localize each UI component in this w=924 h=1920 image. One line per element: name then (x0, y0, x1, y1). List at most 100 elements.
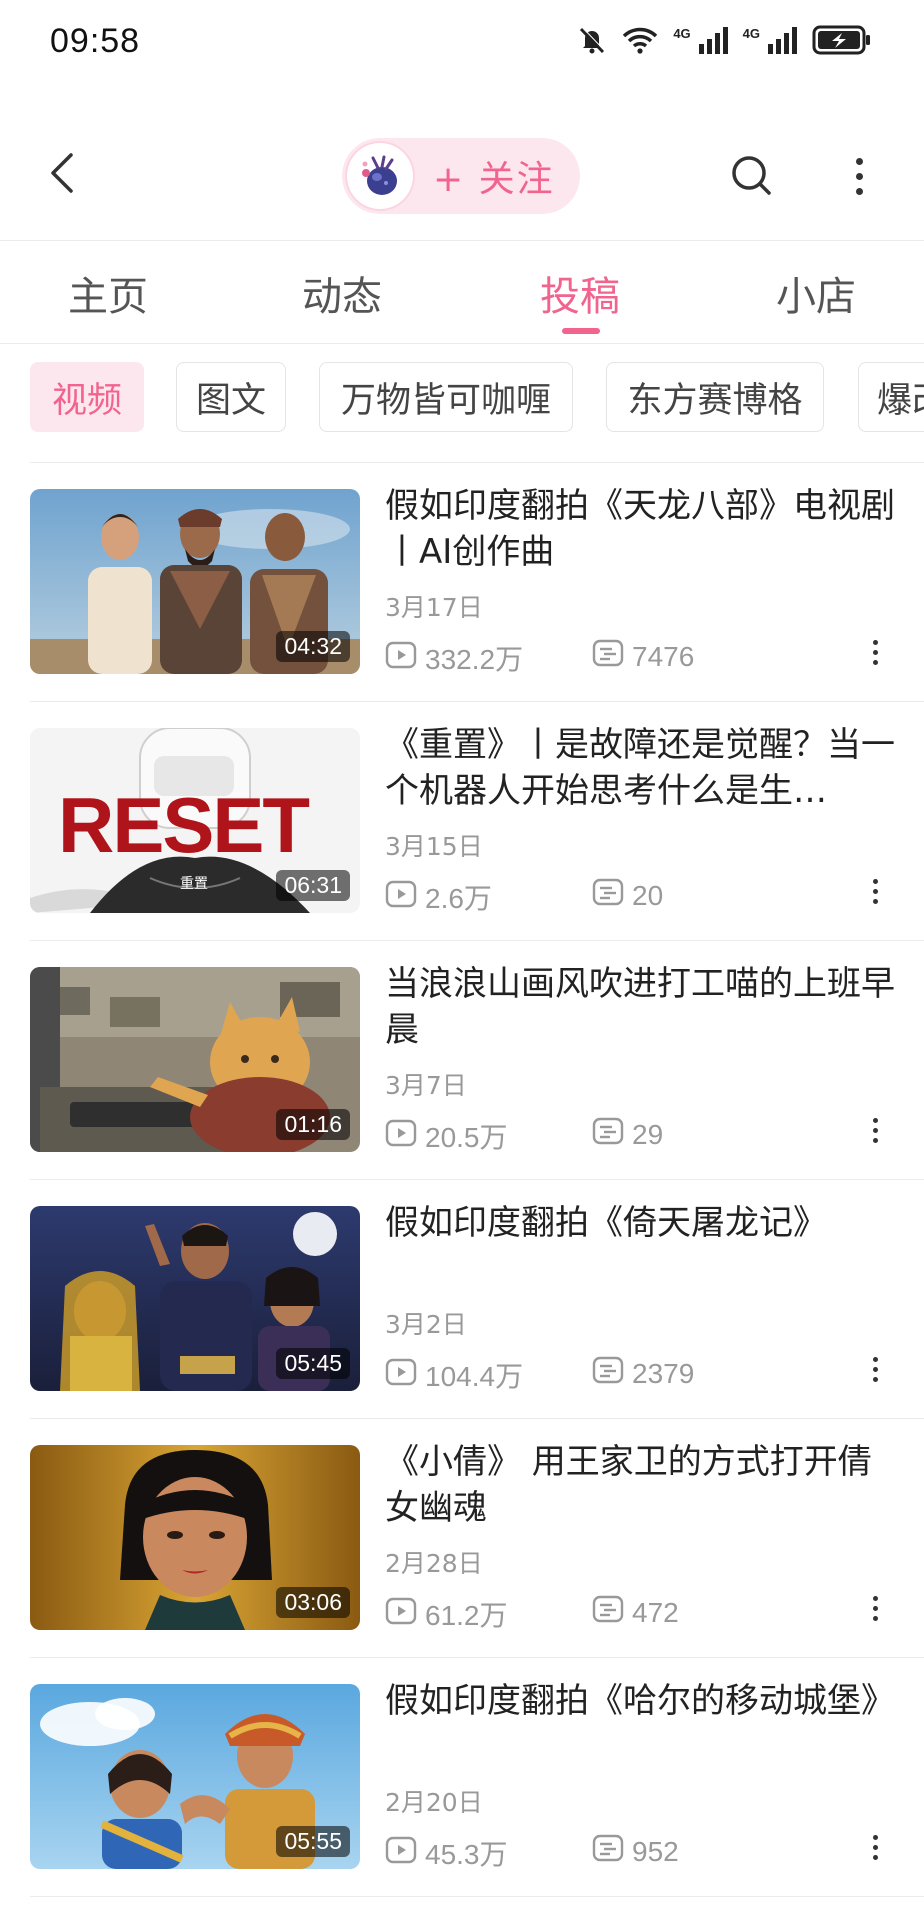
view-count: 332.2万 (385, 638, 523, 678)
more-vertical-icon[interactable] (860, 1587, 890, 1629)
view-count-value: 20.5万 (425, 1122, 508, 1153)
video-item[interactable]: RESET 重置 06:31 《重置》丨是故障还是觉醒？当一个机器人开始思考什么… (0, 702, 924, 941)
video-item[interactable]: 01:16 当浪浪山画风吹进打工喵的上班早晨 3月7日 20.5万 29 (0, 941, 924, 1180)
view-count: 2.6万 (385, 877, 492, 917)
video-title[interactable]: 《小倩》 用王家卫的方式打开倩女幽魂 (385, 1439, 897, 1531)
video-title[interactable]: 假如印度翻拍《天龙八部》电视剧丨AI创作曲 (385, 483, 897, 575)
danmaku-count-value: 2379 (632, 1357, 695, 1389)
header-divider (0, 240, 924, 241)
play-count-icon (385, 1118, 417, 1155)
play-count-icon (385, 1357, 417, 1394)
video-duration: 01:16 (276, 1109, 350, 1140)
danmaku-count: 952 (592, 1833, 679, 1870)
video-date: 2月20日 (385, 1788, 483, 1817)
danmaku-count: 7476 (592, 638, 694, 675)
tabs-divider (0, 343, 924, 344)
play-count-icon (385, 640, 417, 677)
video-thumbnail[interactable]: 01:16 (30, 967, 360, 1152)
tab-shop[interactable]: 小店 (776, 264, 856, 322)
video-duration: 05:45 (276, 1348, 350, 1379)
active-tab-indicator (562, 328, 600, 334)
search-icon (726, 156, 778, 206)
more-vertical-icon[interactable] (844, 148, 874, 204)
danmaku-count-value: 7476 (632, 640, 695, 672)
video-duration: 05:55 (276, 1826, 350, 1857)
danmaku-icon (592, 1355, 624, 1392)
video-thumbnail[interactable]: RESET 重置 06:31 (30, 728, 360, 913)
danmaku-count-value: 20 (632, 879, 664, 911)
tab-home[interactable]: 主页 (68, 264, 148, 322)
video-duration: 03:06 (276, 1587, 350, 1618)
danmaku-icon (592, 877, 624, 914)
filter-chips: 视频 图文 万物皆可咖喱 东方赛博格 爆改 (0, 362, 924, 434)
back-arrow-icon (47, 151, 77, 199)
video-date: 3月15日 (385, 832, 483, 861)
video-thumbnail[interactable]: 04:32 (30, 489, 360, 674)
view-count-value: 61.2万 (425, 1600, 508, 1631)
bell-off-icon (577, 25, 607, 55)
video-item[interactable]: 04:32 假如印度翻拍《天龙八部》电视剧丨AI创作曲 3月17日 332.2万… (0, 463, 924, 702)
status-time: 09:58 (50, 22, 141, 60)
chip-eastern-cyborg[interactable]: 东方赛博格 (606, 362, 824, 432)
thumbnail-reset-text: RESET (58, 781, 309, 869)
status-icons: 4G 4G (577, 24, 872, 56)
more-vertical-icon[interactable] (860, 870, 890, 912)
video-thumbnail[interactable]: 03:06 (30, 1445, 360, 1630)
network-label: 4G (742, 26, 760, 41)
view-count-value: 2.6万 (425, 883, 492, 914)
profile-tabs: 主页 动态 投稿 小店 (0, 250, 924, 340)
signal-4g-icon (766, 25, 798, 55)
more-vertical-icon[interactable] (860, 1109, 890, 1151)
more-vertical-icon[interactable] (860, 1348, 890, 1390)
danmaku-count: 29 (592, 1116, 663, 1153)
tab-submissions[interactable]: 投稿 (540, 264, 620, 322)
avatar-icon[interactable] (347, 143, 413, 209)
danmaku-count: 2379 (592, 1355, 694, 1392)
danmaku-icon (592, 1116, 624, 1153)
danmaku-count-value: 29 (632, 1118, 664, 1150)
video-item[interactable]: 05:45 假如印度翻拍《倚天屠龙记》 3月2日 104.4万 2379 (0, 1180, 924, 1419)
chip-curry-collection[interactable]: 万物皆可咖喱 (319, 362, 573, 432)
play-count-icon (385, 1835, 417, 1872)
follow-label: + 关注 (433, 159, 555, 200)
video-title[interactable]: 当浪浪山画风吹进打工喵的上班早晨 (385, 961, 897, 1053)
danmaku-icon (592, 638, 624, 675)
video-item[interactable]: 03:06 《小倩》 用王家卫的方式打开倩女幽魂 2月28日 61.2万 472 (0, 1419, 924, 1658)
wifi-icon (621, 25, 659, 55)
view-count-value: 332.2万 (425, 644, 524, 675)
danmaku-icon (592, 1833, 624, 1870)
follow-button[interactable]: + 关注 (342, 138, 580, 214)
chip-video[interactable]: 视频 (30, 362, 144, 432)
video-duration: 04:32 (276, 631, 350, 662)
search-button[interactable] (726, 150, 778, 202)
video-title[interactable]: 《重置》丨是故障还是觉醒？当一个机器人开始思考什么是生… (385, 722, 897, 814)
video-thumbnail[interactable]: 05:55 (30, 1684, 360, 1869)
play-count-icon (385, 879, 417, 916)
battery-charging-icon (812, 24, 872, 56)
video-title[interactable]: 假如印度翻拍《倚天屠龙记》 (385, 1200, 897, 1292)
chip-image-text[interactable]: 图文 (176, 362, 286, 432)
video-date: 2月28日 (385, 1549, 483, 1578)
view-count: 20.5万 (385, 1116, 508, 1156)
top-bar: + 关注 (0, 130, 924, 220)
view-count: 61.2万 (385, 1594, 508, 1634)
back-button[interactable] (40, 150, 84, 200)
video-date: 3月2日 (385, 1310, 467, 1339)
video-item[interactable]: 05:55 假如印度翻拍《哈尔的移动城堡》 2月20日 45.3万 952 (0, 1658, 924, 1897)
danmaku-count-value: 472 (632, 1596, 679, 1628)
chip-makeover[interactable]: 爆改 (858, 362, 924, 432)
tab-dynamics[interactable]: 动态 (302, 264, 382, 322)
play-count-icon (385, 1596, 417, 1633)
view-count: 45.3万 (385, 1833, 508, 1873)
view-count: 104.4万 (385, 1355, 523, 1395)
more-vertical-icon[interactable] (860, 631, 890, 673)
video-date: 3月7日 (385, 1071, 467, 1100)
video-thumbnail[interactable]: 05:45 (30, 1206, 360, 1391)
video-title[interactable]: 假如印度翻拍《哈尔的移动城堡》 (385, 1678, 897, 1770)
network-label: 4G (673, 26, 691, 41)
danmaku-icon (592, 1594, 624, 1631)
thumbnail-reset-subtext: 重置 (180, 876, 208, 892)
danmaku-count: 20 (592, 877, 663, 914)
danmaku-count-value: 952 (632, 1835, 679, 1867)
more-vertical-icon[interactable] (860, 1826, 890, 1868)
